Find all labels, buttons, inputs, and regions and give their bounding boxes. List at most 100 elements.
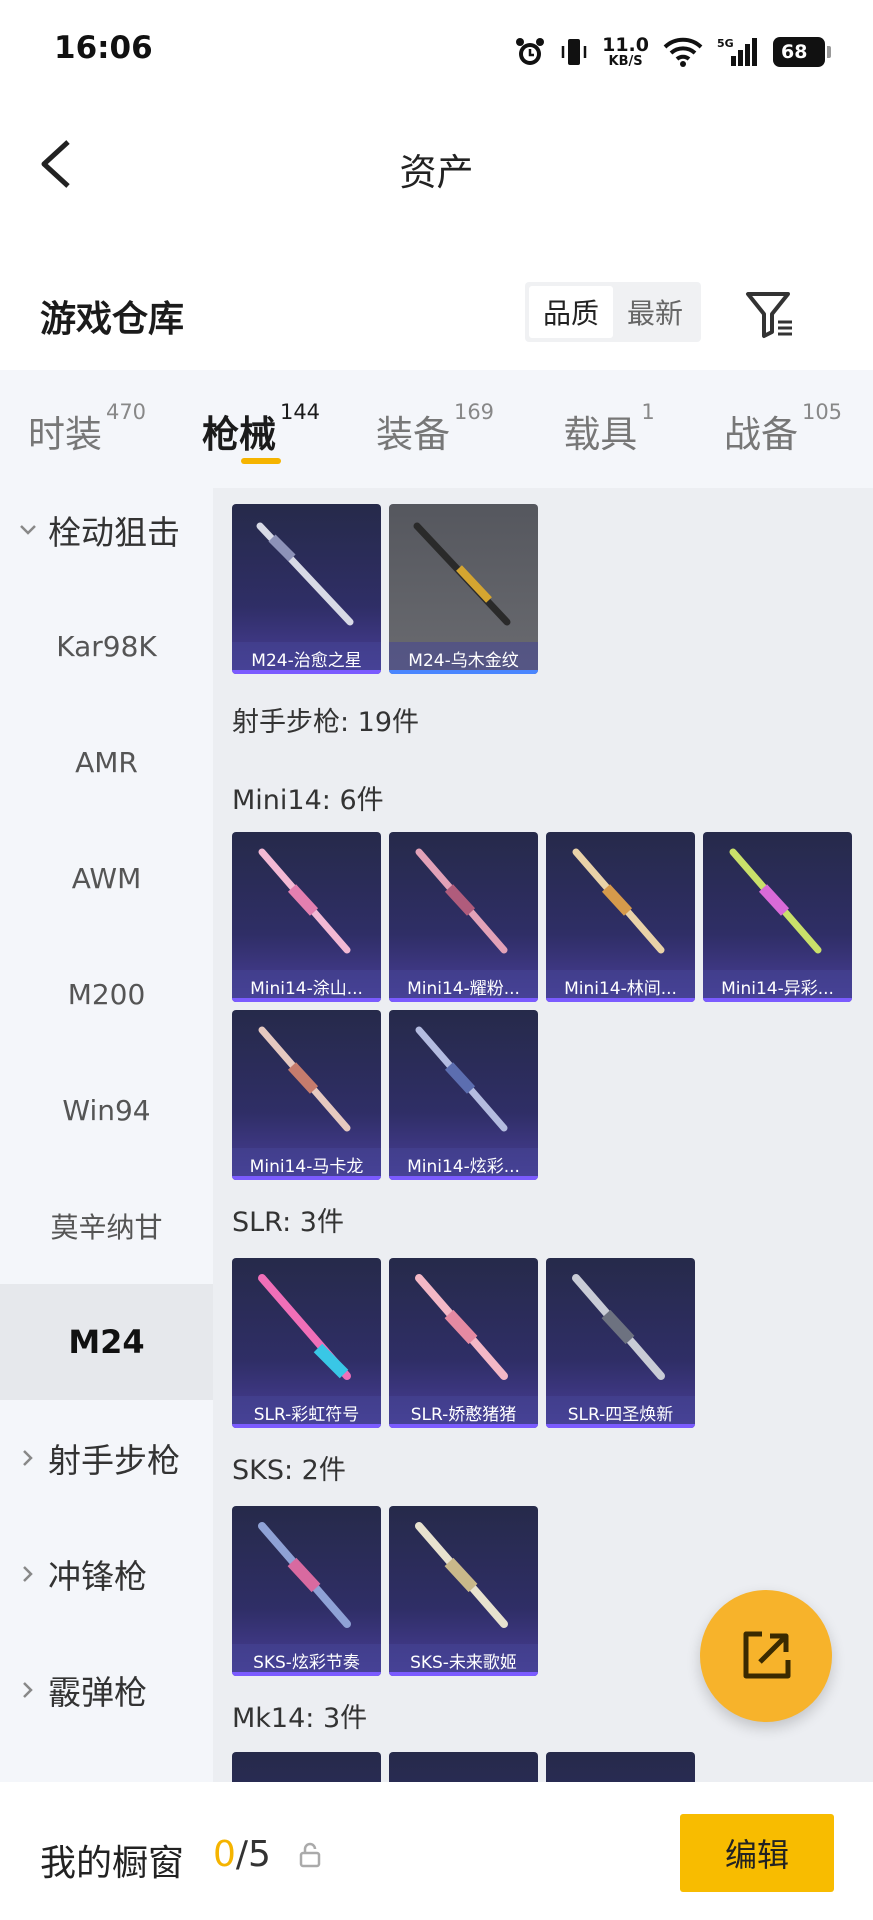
sidebar-item-mosin[interactable]: 莫辛纳甘 [0,1168,213,1284]
filter-icon[interactable] [742,286,798,342]
status-bar: 16:06 11.0 KB/S 5G 68 [0,0,873,104]
tab-weapons[interactable]: 枪械 144 [174,370,348,472]
rifle-image [572,1274,665,1380]
slr-row: SLR-彩虹符号 SLR-娇憨猪猪 SLR-四圣焕新 [232,1258,695,1428]
weapon-card[interactable]: Mini14-炫彩... [389,1010,538,1180]
showcase-count: 0/5 [213,1834,271,1875]
section-title: 游戏仓库 [40,299,185,340]
showcase-label: 我的橱窗 [40,1843,185,1884]
sort-toggle: 品质 最新 [525,282,702,342]
rifle-image [415,1522,508,1628]
weapon-card[interactable]: Mini14-马卡龙 [232,1010,381,1180]
lock-icon [299,1842,321,1868]
weapon-card[interactable]: SKS-未来歌姬 [389,1506,538,1676]
rifle-image [258,1274,351,1380]
network-speed: 11.0 KB/S [602,34,649,69]
status-icons: 11.0 KB/S 5G 68 [514,30,831,74]
rifle-image [258,1026,351,1132]
subcategory-heading: Mk14: 3件 [232,1703,368,1734]
page-title: 资产 [399,151,474,194]
rarity-bar [232,1672,381,1676]
active-tab-indicator [241,458,281,464]
rarity-bar [232,1176,381,1180]
rifle-image [258,1522,351,1628]
rarity-bar [232,670,381,674]
showcase-bar: 我的橱窗 0/5 编辑 [0,1782,873,1920]
weapon-card[interactable]: M24-治愈之星 [232,504,381,674]
rifle-image [258,848,351,954]
warehouse-header: 游戏仓库 品质 最新 [0,266,873,362]
tab-supplies[interactable]: 战备 105 [696,370,870,472]
subcategory-heading: SLR: 3件 [232,1207,344,1238]
weapon-category-sidebar: 栓动狙击 Kar98K AMR AWM M200 Win94 莫辛纳甘 M24 … [0,472,213,1782]
weapon-card[interactable]: Mini14-涂山... [232,832,381,1002]
vibrate-icon [561,39,587,65]
chevron-right-icon [23,1682,33,1698]
chevron-right-icon [23,1450,33,1466]
tab-equipment[interactable]: 装备 169 [348,370,522,472]
sks-row: SKS-炫彩节奏 SKS-未来歌姬 [232,1506,538,1676]
weapon-card[interactable]: Mini14-耀粉... [389,832,538,1002]
weapon-card[interactable]: Mini14-异彩... [703,832,852,1002]
subcategory-heading: Mini14: 6件 [232,785,384,816]
rarity-bar [232,998,381,1002]
rifle-image [415,1026,508,1132]
status-time: 16:06 [54,30,153,66]
rarity-bar [389,670,538,674]
tab-vehicles[interactable]: 载具 1 [522,370,696,472]
rarity-bar [546,998,695,1002]
inventory-body: 栓动狙击 Kar98K AMR AWM M200 Win94 莫辛纳甘 M24 … [0,472,873,1782]
edit-button[interactable]: 编辑 [680,1814,834,1892]
category-tabs: 时装 470 枪械 144 装备 169 载具 1 战备 105 [0,370,873,472]
tab-fashion[interactable]: 时装 470 [0,370,174,472]
weapon-grid: M24-治愈之星 M24-乌木金纹 射手步枪: 19件 Mini14: 6件 M… [213,488,873,1782]
subcategory-heading: SKS: 2件 [232,1455,346,1486]
rarity-bar [232,1424,381,1428]
weapon-card[interactable]: Mini14-林间... [546,832,695,1002]
weapon-card[interactable]: SKS-炫彩节奏 [232,1506,381,1676]
weapon-card[interactable] [546,1752,695,1782]
rifle-image [729,848,822,954]
mk14-row [232,1752,695,1782]
weapon-card[interactable] [389,1752,538,1782]
mini14-row: Mini14-涂山... Mini14-耀粉... Mini14-林间... M… [232,832,852,1002]
external-link-icon [743,1631,791,1679]
sidebar-item-win94[interactable]: Win94 [0,1052,213,1168]
battery-indicator: 68 [773,37,831,67]
rarity-bar [703,998,852,1002]
weapon-card[interactable] [232,1752,381,1782]
sidebar-item-kar98k[interactable]: Kar98K [0,588,213,704]
chevron-down-icon [20,525,36,535]
share-fab-button[interactable] [700,1590,832,1722]
weapon-card[interactable]: SLR-彩虹符号 [232,1258,381,1428]
sidebar-group-bolt-action[interactable]: 栓动狙击 [0,472,213,588]
sidebar-group-smg[interactable]: 冲锋枪 [0,1516,213,1632]
signal-icon: 5G [717,37,757,66]
m24-row: M24-治愈之星 M24-乌木金纹 [232,504,538,674]
sidebar-item-m24[interactable]: M24 [0,1284,213,1400]
weapon-card[interactable]: SLR-娇憨猪猪 [389,1258,538,1428]
rarity-bar [389,1672,538,1676]
sidebar-item-amr[interactable]: AMR [0,704,213,820]
rarity-bar [389,1424,538,1428]
sidebar-group-shotgun[interactable]: 霰弹枪 [0,1632,213,1748]
weapon-card[interactable]: SLR-四圣焕新 [546,1258,695,1428]
sidebar-group-marksman[interactable]: 射手步枪 [0,1400,213,1516]
alarm-icon [516,38,545,65]
rifle-image [256,522,354,626]
network-type-label: 5G [717,37,734,50]
nav-bar: 资产 [0,104,873,224]
weapon-card[interactable]: M24-乌木金纹 [389,504,538,674]
category-heading: 射手步枪: 19件 [232,707,420,738]
rifle-image [572,848,665,954]
sidebar-item-awm[interactable]: AWM [0,820,213,936]
rifle-image [415,1274,508,1380]
rarity-bar [389,998,538,1002]
sidebar-item-m200[interactable]: M200 [0,936,213,1052]
rarity-bar [389,1176,538,1180]
rifle-image [415,848,508,954]
chevron-right-icon [23,1566,33,1582]
sort-latest-button[interactable]: 最新 [613,286,697,338]
rifle-image [413,522,511,626]
sort-quality-button[interactable]: 品质 [529,286,614,338]
